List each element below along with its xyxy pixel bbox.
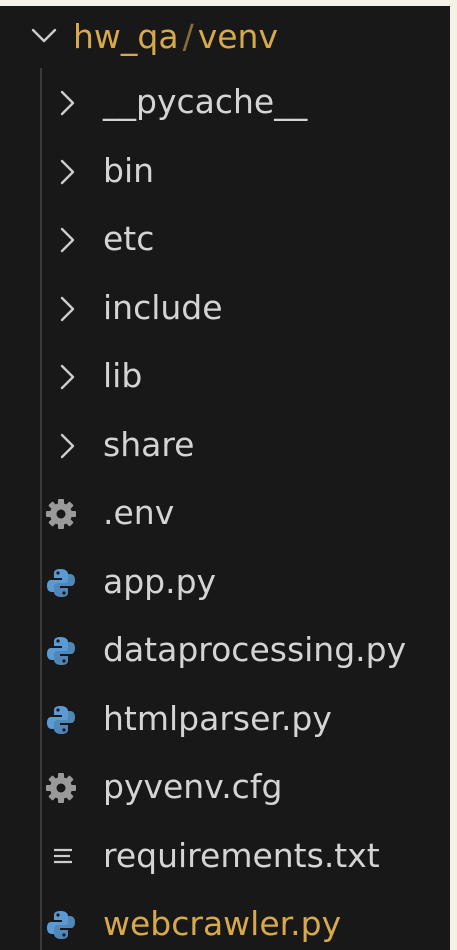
folder-label: lib bbox=[103, 356, 143, 395]
python-icon bbox=[47, 705, 75, 734]
folder-row[interactable]: __pycache__ bbox=[0, 67, 450, 136]
file-label: .env bbox=[103, 493, 175, 532]
folder-row[interactable]: etc bbox=[0, 204, 450, 273]
python-icon bbox=[47, 637, 75, 665]
panel-right-edge bbox=[450, 0, 457, 950]
file-row[interactable]: dataprocessing.py bbox=[0, 615, 450, 684]
gear-icon bbox=[46, 499, 76, 529]
folder-label: __pycache__ bbox=[103, 82, 308, 121]
file-label: dataprocessing.py bbox=[103, 630, 407, 669]
chevron-right-icon[interactable] bbox=[58, 432, 76, 460]
chevron-down-icon[interactable] bbox=[30, 26, 58, 46]
path-separator: / bbox=[182, 17, 194, 56]
root-folder-title: hw_qa / venv bbox=[73, 16, 278, 58]
folder-row[interactable]: share bbox=[0, 410, 450, 479]
chevron-right-icon[interactable] bbox=[58, 295, 76, 323]
chevron-right-icon[interactable] bbox=[58, 226, 76, 254]
folder-row[interactable]: lib bbox=[0, 341, 450, 410]
chevron-right-icon[interactable] bbox=[58, 158, 76, 186]
chevron-right-icon[interactable] bbox=[58, 89, 76, 117]
file-label: webcrawler.py bbox=[103, 904, 342, 943]
file-row[interactable]: requirements.txt bbox=[0, 821, 450, 890]
file-row[interactable]: htmlparser.py bbox=[0, 684, 450, 753]
file-row[interactable]: app.py bbox=[0, 547, 450, 616]
file-explorer-panel: hw_qa / venv __pycache__bin etc include lib sh… bbox=[0, 0, 457, 950]
folder-label: share bbox=[103, 424, 195, 464]
folder-row[interactable]: include bbox=[0, 273, 450, 342]
file-label: requirements.txt bbox=[103, 835, 380, 875]
chevron-right-icon[interactable] bbox=[58, 363, 76, 391]
file-row[interactable]: .env bbox=[0, 478, 450, 547]
root-folder-name: venv bbox=[197, 17, 278, 56]
file-row[interactable]: webcrawler.py bbox=[0, 889, 450, 950]
file-label: htmlparser.py bbox=[103, 698, 332, 738]
folder-row[interactable]: bin bbox=[0, 136, 450, 205]
python-icon bbox=[47, 911, 75, 939]
folder-label: include bbox=[103, 287, 223, 327]
workspace-name: hw_qa bbox=[73, 17, 179, 56]
folder-label: bin bbox=[103, 150, 155, 190]
gear-icon bbox=[46, 773, 76, 803]
file-tree: __pycache__bin etc include lib share .env app.… bbox=[0, 67, 450, 950]
file-label: pyvenv.cfg bbox=[103, 767, 283, 806]
file-label: app.py bbox=[103, 561, 217, 601]
root-folder-row[interactable]: hw_qa / venv bbox=[0, 6, 450, 66]
file-row[interactable]: pyvenv.cfg bbox=[0, 752, 450, 821]
python-icon bbox=[47, 568, 75, 597]
text-lines-icon bbox=[54, 848, 72, 863]
folder-label: etc bbox=[103, 219, 155, 258]
